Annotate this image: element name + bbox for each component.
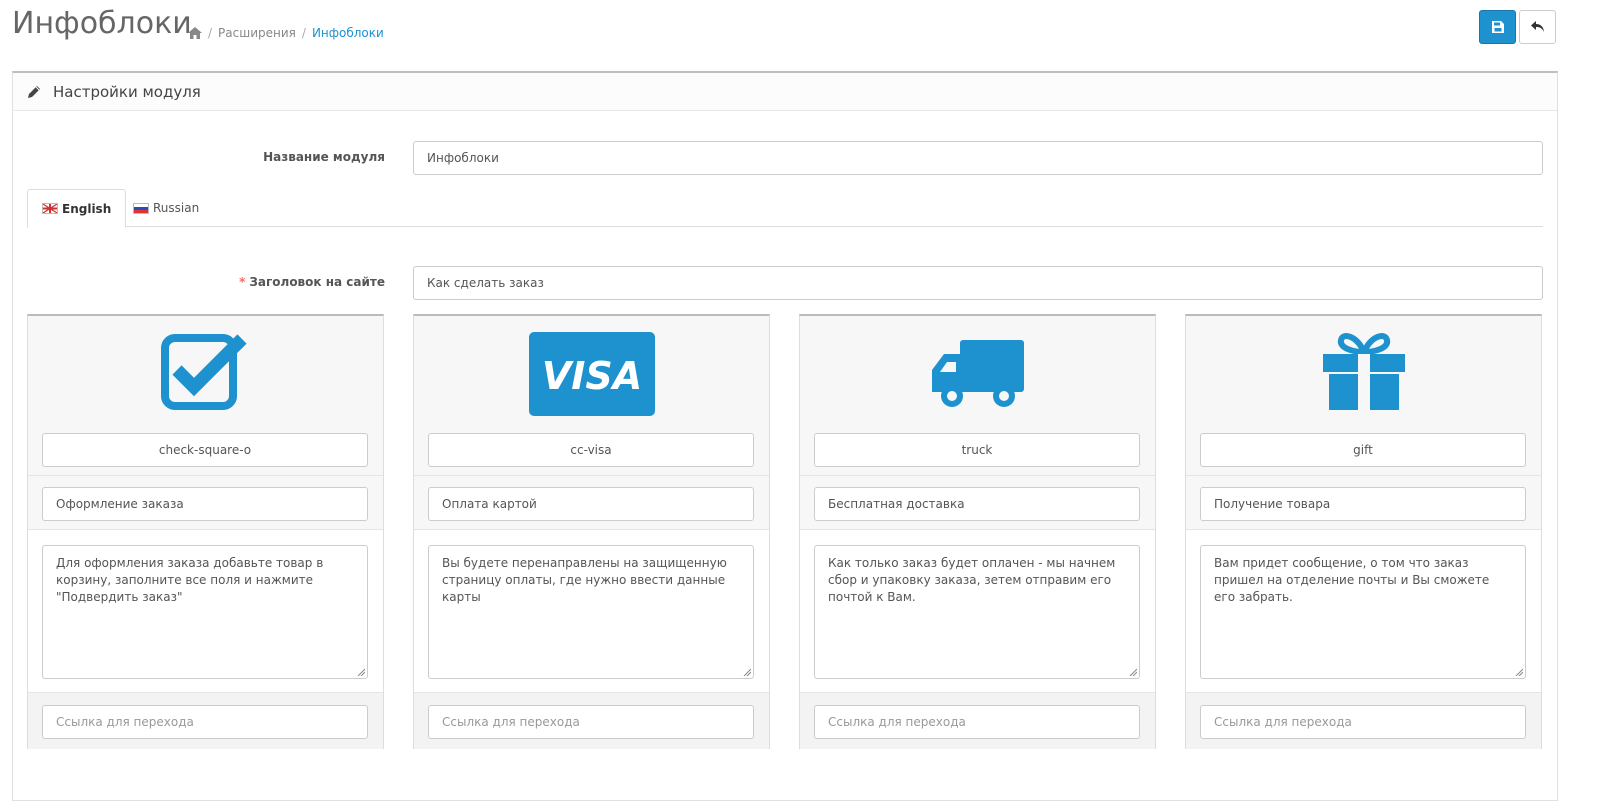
card-description-text: Вам придет сообщение, о том что заказ пр… bbox=[1214, 556, 1490, 604]
card-link-input[interactable]: Ссылка для перехода bbox=[428, 705, 754, 739]
infoblock-card: VISA cc-visa Оплата картой Вы будете пер… bbox=[413, 314, 770, 749]
card-description-textarea[interactable]: Вам придет сообщение, о том что заказ пр… bbox=[1200, 545, 1526, 679]
card-title-input[interactable]: Бесплатная доставка bbox=[814, 487, 1140, 521]
resize-handle-icon[interactable] bbox=[357, 668, 365, 676]
breadcrumb: / Расширения / Инфоблоки bbox=[188, 26, 384, 40]
card-description-text: Как только заказ будет оплачен - мы начн… bbox=[828, 556, 1116, 604]
save-icon bbox=[1491, 21, 1504, 33]
save-button[interactable] bbox=[1479, 10, 1516, 44]
home-icon[interactable] bbox=[188, 27, 202, 39]
icon-name-input[interactable]: truck bbox=[814, 433, 1140, 467]
svg-text:VISA: VISA bbox=[541, 354, 641, 398]
tab-english[interactable]: English bbox=[27, 189, 127, 228]
check-square-o-icon bbox=[160, 332, 252, 416]
gift-icon bbox=[1321, 332, 1407, 416]
card-title-input[interactable]: Оплата картой bbox=[428, 487, 754, 521]
language-tabs: English Russian bbox=[27, 189, 1543, 228]
required-marker: * bbox=[239, 275, 246, 289]
card-link-input[interactable]: Ссылка для перехода bbox=[814, 705, 1140, 739]
module-settings-panel: Настройки модуля Название модуля Инфобло… bbox=[12, 71, 1558, 801]
resize-handle-icon[interactable] bbox=[1515, 668, 1523, 676]
site-title-label: * Заголовок на сайте bbox=[27, 275, 385, 289]
resize-handle-icon[interactable] bbox=[743, 668, 751, 676]
card-link-input[interactable]: Ссылка для перехода bbox=[42, 705, 368, 739]
resize-handle-icon[interactable] bbox=[1129, 668, 1137, 676]
site-title-label-text: Заголовок на сайте bbox=[249, 275, 385, 289]
card-description-text: Для оформления заказа добавьте товар в к… bbox=[56, 556, 324, 604]
site-title-input[interactable]: Как сделать заказ bbox=[413, 266, 1543, 300]
cc-visa-icon: VISA bbox=[528, 332, 655, 420]
panel-title: Настройки модуля bbox=[53, 82, 201, 101]
module-name-label: Название модуля bbox=[263, 150, 385, 164]
infoblock-card: check-square-o Оформление заказа Для офо… bbox=[27, 314, 384, 749]
infoblock-card: truck Бесплатная доставка Как только зак… bbox=[799, 314, 1156, 749]
breadcrumb-item-infoblocks[interactable]: Инфоблоки bbox=[312, 26, 384, 40]
card-description-textarea[interactable]: Вы будете перенаправлены на защищенную с… bbox=[428, 545, 754, 679]
icon-name-input[interactable]: cc-visa bbox=[428, 433, 754, 467]
pencil-icon bbox=[28, 85, 40, 98]
breadcrumb-item-extensions[interactable]: Расширения bbox=[218, 26, 296, 40]
card-link-input[interactable]: Ссылка для перехода bbox=[1200, 705, 1526, 739]
card-title-input[interactable]: Получение товара bbox=[1200, 487, 1526, 521]
truck-icon bbox=[930, 332, 1026, 416]
panel-heading: Настройки модуля bbox=[13, 73, 1557, 111]
card-description-text: Вы будете перенаправлены на защищенную с… bbox=[442, 556, 727, 604]
card-title-input[interactable]: Оформление заказа bbox=[42, 487, 368, 521]
uk-flag-icon bbox=[42, 203, 58, 214]
tab-russian-label: Russian bbox=[153, 201, 200, 215]
breadcrumb-separator: / bbox=[208, 26, 213, 40]
icon-name-input[interactable]: check-square-o bbox=[42, 433, 368, 467]
infoblock-card: gift Получение товара Вам придет сообщен… bbox=[1185, 314, 1542, 749]
card-description-textarea[interactable]: Как только заказ будет оплачен - мы начн… bbox=[814, 545, 1140, 679]
page-title: Инфоблоки bbox=[12, 6, 192, 41]
icon-name-input[interactable]: gift bbox=[1200, 433, 1526, 467]
back-button[interactable] bbox=[1519, 10, 1556, 44]
reply-icon bbox=[1530, 21, 1544, 32]
tab-english-label: English bbox=[62, 201, 112, 216]
card-description-textarea[interactable]: Для оформления заказа добавьте товар в к… bbox=[42, 545, 368, 679]
module-name-input[interactable]: Инфоблоки bbox=[413, 141, 1543, 175]
breadcrumb-separator: / bbox=[301, 26, 306, 40]
tab-russian[interactable]: Russian bbox=[119, 189, 213, 227]
russia-flag-icon bbox=[133, 202, 149, 214]
